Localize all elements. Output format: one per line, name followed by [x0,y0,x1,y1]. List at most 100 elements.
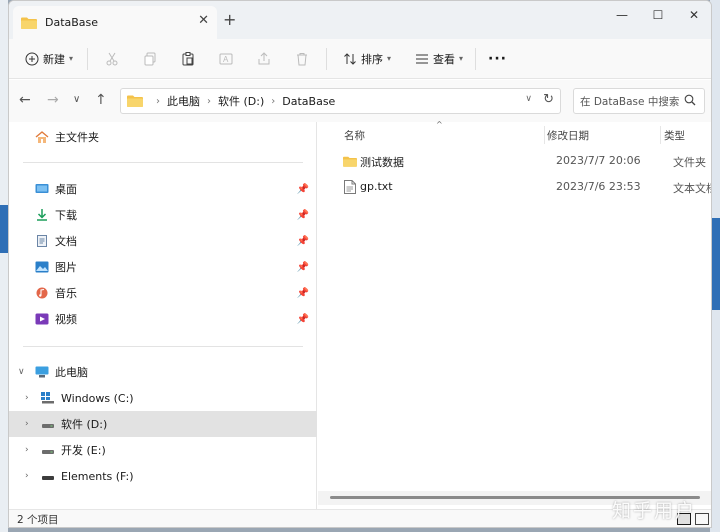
folder-icon [343,156,357,167]
new-button[interactable]: 新建 ▾ [21,45,73,73]
sidebar-divider [23,162,303,163]
file-modified: 2023/7/7 20:06 [556,154,641,167]
expand-chevron-right-icon[interactable]: › [25,393,29,403]
breadcrumb-drive-d[interactable]: 软件 (D:) [218,93,264,109]
breadcrumb-this-pc[interactable]: 此电脑 [167,93,200,109]
background-window-fragment [0,205,8,253]
address-row: ← → ∨ ↑ › 此电脑 › 软件 (D:) › DataBase ∨ ↻ 在… [9,80,711,122]
pin-icon[interactable]: 📌 [297,236,309,247]
view-button[interactable]: 查看 ▾ [411,45,463,73]
tab-title: DataBase [45,16,99,29]
column-header-name[interactable]: 名称 [344,128,365,143]
back-arrow-icon[interactable]: ← [19,92,31,108]
sidebar-item-label: Windows (C:) [61,391,134,405]
text-file-icon [344,180,356,194]
sidebar-item-drive-d[interactable]: › 软件 (D:) [9,411,317,437]
sidebar-item-pictures[interactable]: 图片 📌 [9,254,317,280]
file-type: 文件夹 [673,156,706,169]
file-list: ^ 名称 修改日期 类型 测试数据 2023/7/7 20:06 文件夹 gp.… [318,120,711,509]
address-bar[interactable]: › 此电脑 › 软件 (D:) › DataBase ∨ ↻ [120,88,561,114]
sidebar-item-drive-c[interactable]: › Windows (C:) [9,385,317,411]
recent-chevron-icon[interactable]: ∨ [73,94,80,105]
computer-icon [35,366,49,378]
toolbar-divider [475,47,477,70]
sidebar-item-label: 图片 [55,261,77,274]
refresh-icon[interactable]: ↻ [543,92,554,107]
sort-ascending-chevron-icon: ^ [436,120,443,129]
picture-icon [35,261,49,273]
breadcrumb-chevron-icon: › [207,95,211,107]
forward-arrow-icon[interactable]: → [47,92,59,108]
address-dropdown-chevron-icon[interactable]: ∨ [525,94,532,104]
file-row[interactable]: 测试数据 2023/7/7 20:06 文件夹 [330,150,710,174]
expand-chevron-down-icon[interactable]: ∨ [18,367,25,377]
expand-chevron-right-icon[interactable]: › [25,419,29,429]
file-explorer-window: DataBase ✕ + — ☐ ✕ 新建 ▾ A 排序 ▾ 查看 ▾ ··· … [8,0,712,528]
sidebar-item-music[interactable]: 音乐 📌 [9,280,317,306]
close-tab-icon[interactable]: ✕ [198,13,209,28]
sidebar-item-label: 文档 [55,235,77,248]
rename-icon[interactable]: A [212,45,240,73]
column-header-type[interactable]: 类型 [664,128,685,143]
item-count: 2 个项目 [17,514,59,526]
pin-icon[interactable]: 📌 [297,262,309,273]
breadcrumb-database[interactable]: DataBase [282,95,335,108]
navigation-pane: 主文件夹 桌面 📌 下载 📌 文档 📌 图片 📌 音乐 📌 视频 📌 ∨ 此电脑… [9,122,317,509]
windows-drive-icon [41,392,54,404]
sidebar-item-documents[interactable]: 文档 📌 [9,228,317,254]
up-arrow-icon[interactable]: ↑ [95,92,107,108]
column-divider[interactable] [660,126,661,144]
maximize-icon[interactable]: ☐ [641,5,675,25]
drive-icon [42,450,54,454]
document-icon [37,235,47,247]
paste-icon[interactable] [174,45,202,73]
tiles-view-icon[interactable] [695,513,709,525]
svg-text:A: A [223,55,229,64]
background-desktop-left [0,0,8,532]
delete-icon[interactable] [288,45,316,73]
sidebar-item-label: Elements (F:) [61,469,134,483]
sidebar-item-label: 音乐 [55,287,77,300]
column-divider[interactable] [544,126,545,144]
share-icon[interactable] [250,45,278,73]
drive-icon [42,424,54,428]
pin-icon[interactable]: 📌 [297,314,309,325]
sidebar-item-downloads[interactable]: 下载 📌 [9,202,317,228]
copy-icon[interactable] [136,45,164,73]
file-name: gp.txt [360,180,393,193]
sidebar-item-drive-f[interactable]: › Elements (F:) [9,463,317,489]
toolbar-divider [326,47,328,70]
sidebar-item-label: 主文件夹 [55,131,99,144]
pin-icon[interactable]: 📌 [297,210,309,221]
sidebar-item-home[interactable]: 主文件夹 [9,124,317,150]
pin-icon[interactable]: 📌 [297,184,309,195]
close-window-icon[interactable]: ✕ [677,5,711,25]
sort-button[interactable]: 排序 ▾ [339,45,391,73]
desktop-icon [35,184,49,193]
tab-database[interactable]: DataBase ✕ [13,6,217,39]
sort-label: 排序 [361,52,384,66]
chevron-down-icon: ▾ [459,54,464,63]
expand-chevron-right-icon[interactable]: › [25,445,29,455]
view-list-icon [411,45,433,73]
pin-icon[interactable]: 📌 [297,288,309,299]
sidebar-item-drive-e[interactable]: › 开发 (E:) [9,437,317,463]
new-tab-icon[interactable]: + [223,10,236,29]
sidebar-item-label: 下载 [55,209,77,222]
search-icon [684,94,696,106]
file-row[interactable]: gp.txt 2023/7/6 23:53 文本文档 [330,176,711,200]
chevron-down-icon: ▾ [387,54,392,63]
status-bar: 2 个项目 [9,509,711,527]
watermark: 知乎用户 [612,500,697,522]
cut-icon[interactable] [98,45,126,73]
search-input[interactable]: 在 DataBase 中搜索 [573,88,705,114]
expand-chevron-right-icon[interactable]: › [25,471,29,481]
sidebar-item-desktop[interactable]: 桌面 📌 [9,176,317,202]
column-header-modified[interactable]: 修改日期 [547,128,589,143]
file-type: 文本文档 [673,182,711,195]
sidebar-item-videos[interactable]: 视频 📌 [9,306,317,332]
minimize-icon[interactable]: — [605,5,639,25]
sidebar-item-this-pc[interactable]: ∨ 此电脑 [9,359,317,385]
more-options-button[interactable]: ··· [488,51,507,67]
sidebar-item-label: 桌面 [55,183,77,196]
